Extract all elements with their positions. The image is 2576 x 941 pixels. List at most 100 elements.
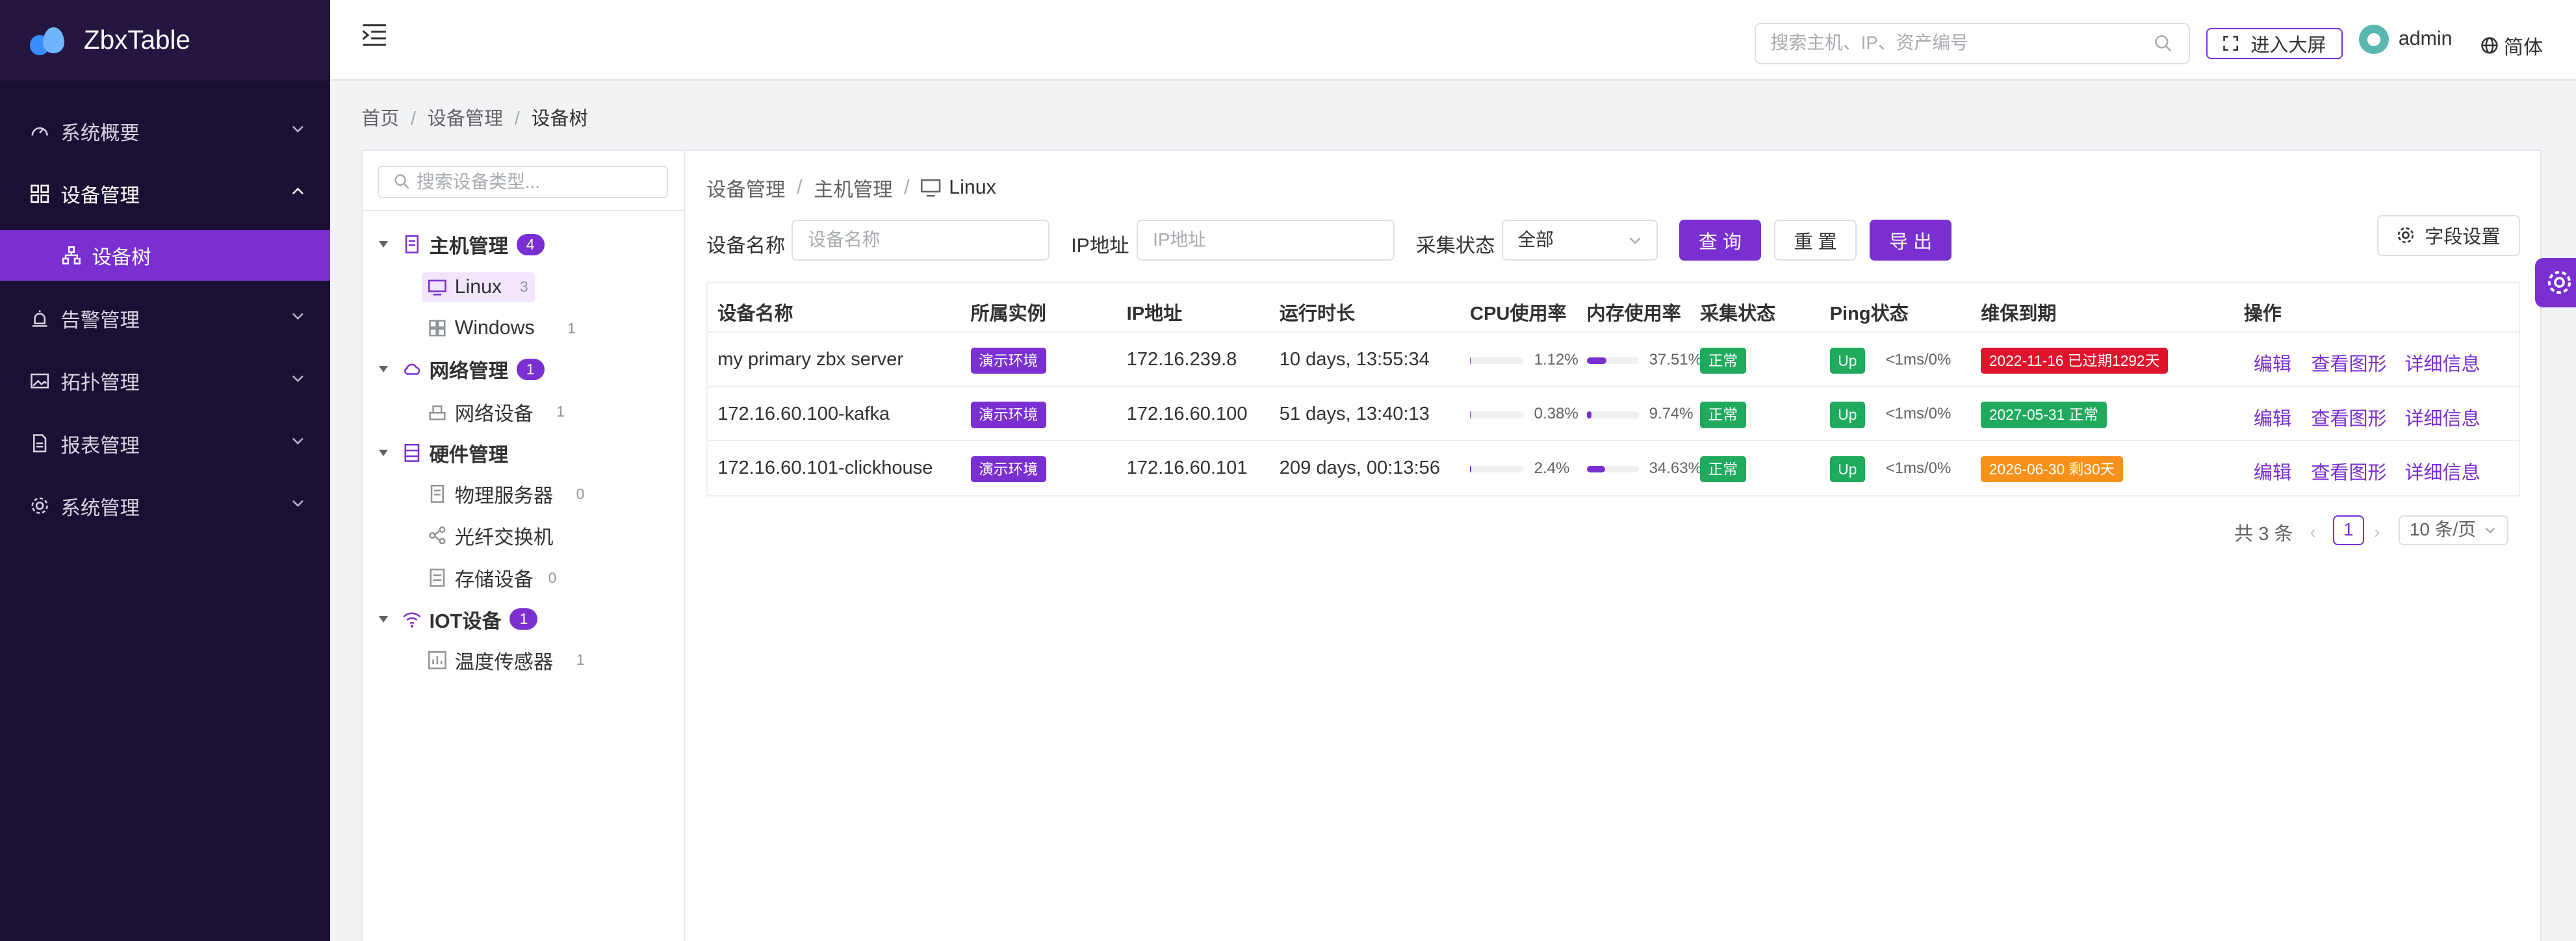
cpu-usage-bar: [1470, 465, 1525, 472]
caret-down-icon[interactable]: [379, 450, 389, 457]
sidebar-item-reports[interactable]: 报表管理: [0, 412, 330, 474]
bigscreen-button[interactable]: 进入大屏: [2206, 27, 2343, 59]
sidebar-item-label: 告警管理: [60, 310, 140, 332]
ping-status-tag: Up: [1829, 347, 1865, 374]
details-link[interactable]: 详细信息: [2404, 349, 2480, 376]
caret-down-icon[interactable]: [379, 366, 389, 373]
instance-tag: 演示环境: [970, 456, 1046, 483]
cabinet-icon: [403, 444, 421, 463]
cpu-usage-bar: [1470, 357, 1525, 365]
sidebar-item-overview[interactable]: 系统概要: [0, 100, 330, 162]
monitor-icon: [921, 179, 941, 197]
edit-link[interactable]: 编辑: [2254, 404, 2291, 431]
panel-breadcrumb: 设备管理 / 主机管理 / Linux: [706, 177, 996, 201]
chevron-down-icon: [292, 438, 304, 445]
breadcrumb-current: 设备树: [531, 109, 588, 130]
warranty-tag: 2027-05-31 正常: [1981, 402, 2107, 428]
search-icon: [394, 174, 409, 189]
sidebar-item-alarms[interactable]: 告警管理: [0, 287, 330, 350]
cpu-usage-bar: [1470, 411, 1525, 419]
username[interactable]: admin: [2399, 28, 2453, 50]
prev-page-button[interactable]: ‹: [2310, 522, 2315, 543]
export-button[interactable]: 导 出: [1869, 220, 1952, 261]
device-name-input[interactable]: 设备名称: [792, 220, 1050, 261]
sidebar-item-label: 系统概要: [60, 123, 140, 145]
chevron-up-icon: [292, 187, 304, 195]
ip-address-input[interactable]: IP地址: [1137, 220, 1395, 261]
memory-usage-bar: [1586, 357, 1640, 365]
sidebar-item-system[interactable]: 系统管理: [0, 475, 330, 537]
chevron-down-icon: [292, 500, 304, 508]
ping-status-tag: Up: [1829, 402, 1865, 428]
sidebar-item-devices[interactable]: 设备管理: [0, 162, 330, 225]
tree-item-network-device[interactable]: 网络设备 1: [428, 397, 565, 427]
query-button[interactable]: 查 询: [1679, 220, 1761, 261]
cpu-usage-fill: [1470, 357, 1471, 365]
table-row: 172.16.60.101-clickhouse 演示环境 172.16.60.…: [708, 441, 2519, 495]
edit-link[interactable]: 编辑: [2254, 458, 2291, 485]
collapse-menu-icon[interactable]: [361, 23, 387, 47]
ping-status-tag: Up: [1829, 456, 1865, 483]
memory-usage-fill: [1586, 411, 1592, 419]
chevron-down-icon: [292, 313, 304, 320]
tree-search-input[interactable]: 搜索设备类型...: [377, 165, 669, 199]
collect-status-select[interactable]: 全部: [1501, 220, 1658, 261]
memory-usage-fill: [1586, 357, 1606, 365]
search-icon[interactable]: [2154, 34, 2172, 53]
device-list-panel: 设备管理 / 主机管理 / Linux 设备名称 设备名称 IP地址 IP地址 采集…: [685, 149, 2542, 941]
field-settings-button[interactable]: 字段设置: [2377, 214, 2520, 256]
sidebar-item-label: 系统管理: [60, 497, 140, 519]
page-size-select[interactable]: 10 条/页: [2398, 515, 2509, 545]
caret-down-icon[interactable]: [379, 241, 389, 248]
avatar[interactable]: [2359, 24, 2389, 55]
filter-name-label: 设备名称: [706, 235, 786, 257]
edit-link[interactable]: 编辑: [2254, 349, 2291, 376]
network-device-icon: [428, 403, 446, 421]
breadcrumb-section[interactable]: 设备管理: [428, 109, 503, 129]
tree-item-temperature-sensor[interactable]: 温度传感器 1: [428, 645, 584, 675]
sidebar-item-device-tree[interactable]: 设备树: [0, 229, 331, 281]
globe-icon: [2481, 37, 2498, 54]
tree-group-network[interactable]: 网络管理 1: [379, 355, 545, 385]
count-badge: 1: [516, 358, 545, 380]
view-graph-link[interactable]: 查看图形: [2311, 458, 2386, 485]
chevron-down-icon: [292, 125, 304, 133]
details-link[interactable]: 详细信息: [2404, 404, 2480, 431]
next-page-button[interactable]: ›: [2374, 522, 2380, 543]
tree-item-physical-server[interactable]: 物理服务器 0: [428, 480, 584, 509]
sidebar: ZbxTable 系统概要 设备管理 设备树 告警管理 拓扑管理 报表管理 系统…: [0, 0, 331, 941]
theme-settings-button[interactable]: [2534, 257, 2576, 307]
chevron-down-icon: [292, 375, 304, 383]
view-graph-link[interactable]: 查看图形: [2311, 349, 2386, 376]
fullscreen-icon: [2223, 36, 2239, 51]
search-placeholder: 搜索主机、IP、资产编号: [1770, 32, 1968, 53]
tree-item-windows[interactable]: Windows 1: [428, 313, 576, 343]
tree-group-hardware[interactable]: 硬件管理: [379, 438, 508, 468]
sidebar-item-label: 报表管理: [60, 435, 140, 457]
warranty-tag: 2022-11-16 已过期1292天: [1981, 347, 2169, 374]
tree-item-fiber-switch[interactable]: 光纤交换机: [428, 521, 553, 550]
language-switch[interactable]: 简体: [2480, 31, 2543, 60]
view-graph-link[interactable]: 查看图形: [2311, 404, 2386, 431]
device-type-tree: 搜索设备类型... 主机管理 4 Linux 3 Windows 1 网络管理 …: [361, 149, 686, 941]
tree-group-hosts[interactable]: 主机管理 4: [379, 229, 545, 259]
memory-usage-bar: [1586, 411, 1640, 419]
brand[interactable]: ZbxTable: [0, 0, 331, 81]
reset-button[interactable]: 重 置: [1774, 220, 1857, 261]
tree-item-linux[interactable]: Linux 3: [422, 272, 535, 302]
count-badge: 4: [516, 233, 545, 255]
sidebar-item-topology[interactable]: 拓扑管理: [0, 350, 330, 412]
global-search-input[interactable]: 搜索主机、IP、资产编号: [1754, 23, 2190, 64]
instance-tag: 演示环境: [970, 347, 1046, 374]
tree-group-iot[interactable]: IOT设备 1: [379, 604, 538, 634]
breadcrumb-home[interactable]: 首页: [361, 109, 399, 129]
tree-item-storage[interactable]: 存储设备 0: [428, 563, 556, 593]
image-icon: [30, 371, 49, 391]
details-link[interactable]: 详细信息: [2404, 458, 2480, 485]
collect-status-tag: 正常: [1699, 402, 1746, 428]
cloud-icon: [403, 360, 421, 378]
caret-down-icon[interactable]: [379, 615, 389, 623]
page-1-button[interactable]: 1: [2332, 515, 2364, 545]
count-badge: 1: [509, 608, 538, 630]
device-table: 设备名称 所属实例 IP地址 运行时长 CPU使用率 内存使用率 采集状态 Pi…: [706, 282, 2520, 497]
